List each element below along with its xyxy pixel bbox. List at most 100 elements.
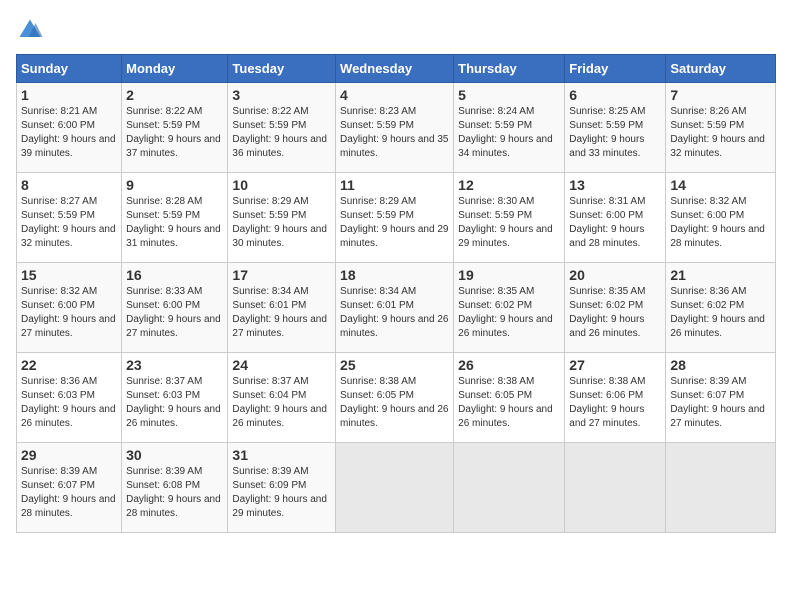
day-number: 1 [21,87,117,103]
logo-icon [16,16,44,44]
col-header-monday: Monday [122,55,228,83]
day-info: Sunrise: 8:35 AMSunset: 6:02 PMDaylight:… [569,285,661,341]
day-number: 25 [340,357,449,373]
day-cell: 5 Sunrise: 8:24 AMSunset: 5:59 PMDaylight… [454,83,565,173]
day-cell [336,443,454,533]
day-number: 5 [458,87,560,103]
day-info: Sunrise: 8:39 AMSunset: 6:07 PMDaylight:… [21,465,117,521]
day-number: 31 [232,447,331,463]
col-header-friday: Friday [565,55,666,83]
day-number: 11 [340,177,449,193]
day-info: Sunrise: 8:22 AMSunset: 5:59 PMDaylight:… [232,105,331,161]
day-info: Sunrise: 8:38 AMSunset: 6:05 PMDaylight:… [340,375,449,431]
day-cell: 2 Sunrise: 8:22 AMSunset: 5:59 PMDaylight… [122,83,228,173]
day-number: 3 [232,87,331,103]
day-number: 4 [340,87,449,103]
day-cell: 13 Sunrise: 8:31 AMSunset: 6:00 PMDayligh… [565,173,666,263]
day-number: 27 [569,357,661,373]
day-cell [454,443,565,533]
day-info: Sunrise: 8:35 AMSunset: 6:02 PMDaylight:… [458,285,560,341]
day-cell [565,443,666,533]
day-cell [666,443,776,533]
day-info: Sunrise: 8:26 AMSunset: 5:59 PMDaylight:… [670,105,771,161]
day-info: Sunrise: 8:23 AMSunset: 5:59 PMDaylight:… [340,105,449,161]
day-number: 29 [21,447,117,463]
day-cell: 14 Sunrise: 8:32 AMSunset: 6:00 PMDayligh… [666,173,776,263]
day-number: 6 [569,87,661,103]
day-cell: 3 Sunrise: 8:22 AMSunset: 5:59 PMDaylight… [228,83,336,173]
day-number: 13 [569,177,661,193]
day-cell: 9 Sunrise: 8:28 AMSunset: 5:59 PMDaylight… [122,173,228,263]
day-cell: 23 Sunrise: 8:37 AMSunset: 6:03 PMDayligh… [122,353,228,443]
day-cell: 31Sunrise: 8:39 AMSunset: 6:09 PMDayligh… [228,443,336,533]
day-number: 30 [126,447,223,463]
day-cell: 25 Sunrise: 8:38 AMSunset: 6:05 PMDayligh… [336,353,454,443]
day-cell: 12Sunrise: 8:30 AMSunset: 5:59 PMDayligh… [454,173,565,263]
week-row-5: 29 Sunrise: 8:39 AMSunset: 6:07 PMDayligh… [17,443,776,533]
day-cell: 30 Sunrise: 8:39 AMSunset: 6:08 PMDayligh… [122,443,228,533]
day-info: Sunrise: 8:32 AMSunset: 6:00 PMDaylight:… [670,195,771,251]
week-row-4: 22 Sunrise: 8:36 AMSunset: 6:03 PMDayligh… [17,353,776,443]
day-cell: 28Sunrise: 8:39 AMSunset: 6:07 PMDayligh… [666,353,776,443]
day-info: Sunrise: 8:28 AMSunset: 5:59 PMDaylight:… [126,195,223,251]
day-cell: 8 Sunrise: 8:27 AMSunset: 5:59 PMDaylight… [17,173,122,263]
day-number: 15 [21,267,117,283]
day-cell: 24 Sunrise: 8:37 AMSunset: 6:04 PMDayligh… [228,353,336,443]
day-number: 14 [670,177,771,193]
logo [16,16,48,44]
day-number: 9 [126,177,223,193]
day-info: Sunrise: 8:32 AMSunset: 6:00 PMDaylight:… [21,285,117,341]
day-cell: 17 Sunrise: 8:34 AMSunset: 6:01 PMDayligh… [228,263,336,353]
calendar-table: SundayMondayTuesdayWednesdayThursdayFrid… [16,54,776,533]
day-info: Sunrise: 8:30 AMSunset: 5:59 PMDaylight:… [458,195,560,251]
day-cell: 19 Sunrise: 8:35 AMSunset: 6:02 PMDayligh… [454,263,565,353]
day-number: 8 [21,177,117,193]
day-info: Sunrise: 8:37 AMSunset: 6:04 PMDaylight:… [232,375,331,431]
day-info: Sunrise: 8:34 AMSunset: 6:01 PMDaylight:… [232,285,331,341]
day-cell: 4 Sunrise: 8:23 AMSunset: 5:59 PMDaylight… [336,83,454,173]
day-info: Sunrise: 8:36 AMSunset: 6:03 PMDaylight:… [21,375,117,431]
day-cell: 1 Sunrise: 8:21 AMSunset: 6:00 PMDaylight… [17,83,122,173]
week-row-1: 1 Sunrise: 8:21 AMSunset: 6:00 PMDaylight… [17,83,776,173]
day-cell: 21Sunrise: 8:36 AMSunset: 6:02 PMDayligh… [666,263,776,353]
day-info: Sunrise: 8:22 AMSunset: 5:59 PMDaylight:… [126,105,223,161]
col-header-sunday: Sunday [17,55,122,83]
day-number: 16 [126,267,223,283]
day-number: 7 [670,87,771,103]
day-number: 19 [458,267,560,283]
day-info: Sunrise: 8:27 AMSunset: 5:59 PMDaylight:… [21,195,117,251]
day-info: Sunrise: 8:34 AMSunset: 6:01 PMDaylight:… [340,285,449,341]
day-number: 23 [126,357,223,373]
day-info: Sunrise: 8:29 AMSunset: 5:59 PMDaylight:… [340,195,449,251]
day-info: Sunrise: 8:29 AMSunset: 5:59 PMDaylight:… [232,195,331,251]
day-number: 26 [458,357,560,373]
day-number: 2 [126,87,223,103]
day-info: Sunrise: 8:31 AMSunset: 6:00 PMDaylight:… [569,195,661,251]
day-cell: 18 Sunrise: 8:34 AMSunset: 6:01 PMDayligh… [336,263,454,353]
day-number: 17 [232,267,331,283]
day-info: Sunrise: 8:33 AMSunset: 6:00 PMDaylight:… [126,285,223,341]
day-cell: 15 Sunrise: 8:32 AMSunset: 6:00 PMDayligh… [17,263,122,353]
day-info: Sunrise: 8:39 AMSunset: 6:08 PMDaylight:… [126,465,223,521]
day-info: Sunrise: 8:37 AMSunset: 6:03 PMDaylight:… [126,375,223,431]
day-cell: 16 Sunrise: 8:33 AMSunset: 6:00 PMDayligh… [122,263,228,353]
header [16,16,776,44]
day-number: 20 [569,267,661,283]
day-cell: 20 Sunrise: 8:35 AMSunset: 6:02 PMDayligh… [565,263,666,353]
day-info: Sunrise: 8:38 AMSunset: 6:06 PMDaylight:… [569,375,661,431]
day-info: Sunrise: 8:39 AMSunset: 6:07 PMDaylight:… [670,375,771,431]
day-cell: 6Sunrise: 8:25 AMSunset: 5:59 PMDaylight… [565,83,666,173]
day-info: Sunrise: 8:24 AMSunset: 5:59 PMDaylight:… [458,105,560,161]
day-cell: 10 Sunrise: 8:29 AMSunset: 5:59 PMDayligh… [228,173,336,263]
week-row-3: 15 Sunrise: 8:32 AMSunset: 6:00 PMDayligh… [17,263,776,353]
day-info: Sunrise: 8:38 AMSunset: 6:05 PMDaylight:… [458,375,560,431]
day-info: Sunrise: 8:21 AMSunset: 6:00 PMDaylight:… [21,105,117,161]
day-number: 18 [340,267,449,283]
day-number: 22 [21,357,117,373]
day-number: 10 [232,177,331,193]
day-cell: 22 Sunrise: 8:36 AMSunset: 6:03 PMDayligh… [17,353,122,443]
day-number: 24 [232,357,331,373]
col-header-wednesday: Wednesday [336,55,454,83]
col-header-thursday: Thursday [454,55,565,83]
day-info: Sunrise: 8:36 AMSunset: 6:02 PMDaylight:… [670,285,771,341]
